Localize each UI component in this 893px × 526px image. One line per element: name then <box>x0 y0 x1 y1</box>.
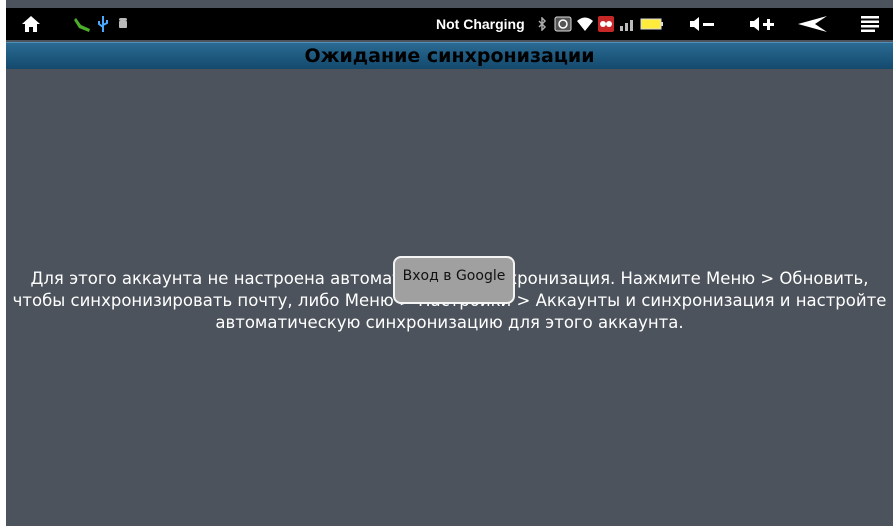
usb-debug-icon <box>72 14 94 34</box>
status-bar: Not Charging <box>6 8 893 40</box>
menu-icon[interactable] <box>858 14 882 34</box>
page-title: Ожидание синхронизации <box>6 42 893 69</box>
sync-icon <box>554 14 572 34</box>
battery-icon <box>640 17 664 31</box>
home-icon[interactable] <box>20 14 42 34</box>
charging-status: Not Charging <box>436 16 525 32</box>
alert-icon <box>596 14 616 34</box>
back-icon[interactable] <box>796 14 830 34</box>
volume-down-icon[interactable] <box>688 14 718 34</box>
usb-icon <box>96 14 110 34</box>
signal-icon <box>618 14 638 34</box>
volume-up-icon[interactable] <box>748 14 778 34</box>
bluetooth-icon <box>536 16 548 32</box>
toast-popup: Вход в Google <box>393 256 515 304</box>
android-icon <box>116 16 130 32</box>
wifi-icon <box>576 14 594 34</box>
